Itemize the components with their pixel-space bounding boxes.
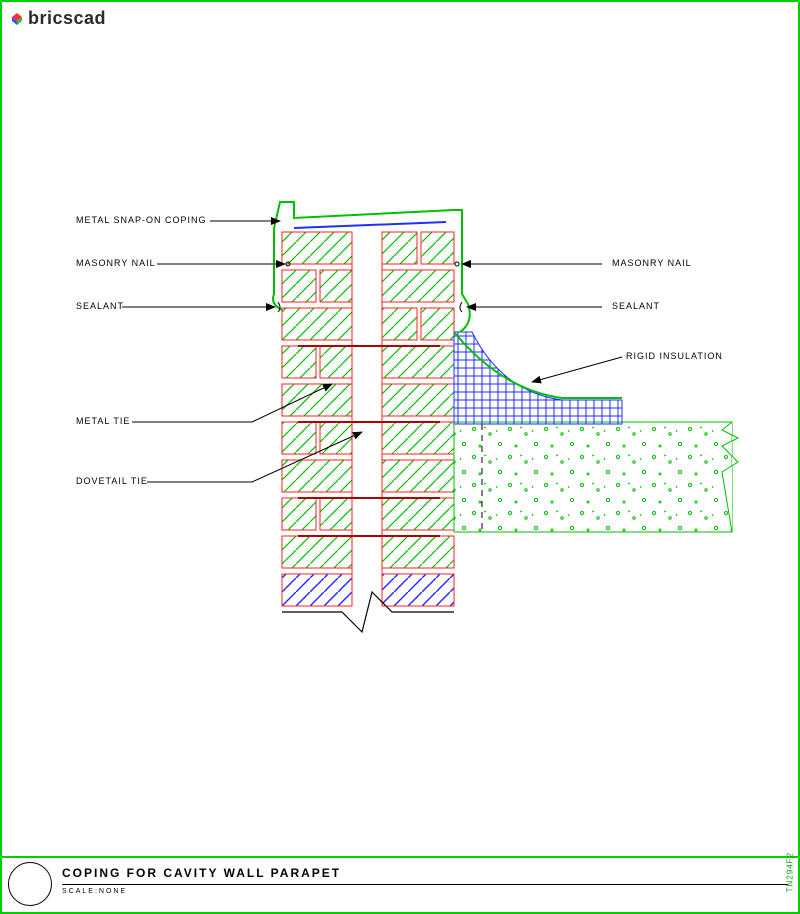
page-frame: bricscad: [0, 0, 800, 914]
label-rigid-insulation: RIGID INSULATION: [626, 351, 723, 361]
app-header: bricscad: [10, 8, 106, 29]
drawing-canvas: METAL SNAP-ON COPING MASONRY NAIL SEALAN…: [2, 32, 798, 912]
label-sealant-right: SEALANT: [612, 301, 660, 311]
masonry: [282, 232, 454, 606]
rigid-insulation: [454, 332, 622, 424]
drawing-code: TN294F2: [785, 852, 794, 892]
label-dovetail-tie: DOVETAIL TIE: [76, 476, 148, 486]
cavity-lines: [352, 232, 382, 606]
label-masonry-nail-right: MASONRY NAIL: [612, 258, 692, 268]
titleblock-rule: [62, 884, 788, 885]
brand-text: bricscad: [28, 8, 106, 29]
label-sealant-left: SEALANT: [76, 301, 124, 311]
label-masonry-nail-left: MASONRY NAIL: [76, 258, 156, 268]
title-block: COPING FOR CAVITY WALL PARAPET SCALE:NON…: [2, 856, 798, 912]
label-metal-tie: METAL TIE: [76, 416, 130, 426]
label-metal-snap-on-coping: METAL SNAP-ON COPING: [76, 215, 207, 225]
roof-deck: [454, 422, 738, 532]
drawing-scale: SCALE:NONE: [62, 888, 127, 895]
cad-svg: [2, 32, 798, 860]
detail-bubble-icon: [8, 862, 52, 906]
drawing-title: COPING FOR CAVITY WALL PARAPET: [62, 866, 341, 880]
bricscad-logo-icon: [10, 12, 24, 26]
